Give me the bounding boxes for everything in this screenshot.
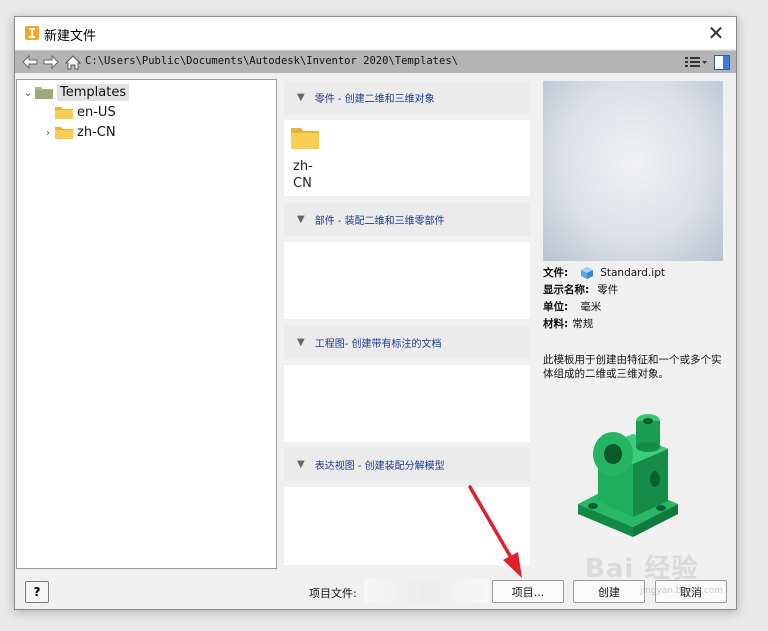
- part-thumbnail: [578, 414, 678, 537]
- tree-item-label: zh-CN: [77, 124, 116, 140]
- view-options-button[interactable]: [683, 52, 709, 72]
- close-button[interactable]: ✕: [696, 17, 736, 49]
- watermark: Bai 经验: [585, 554, 699, 584]
- template-description: 此模板用于创建由特征和一个或多个实体组成的二维或三维对象。: [543, 354, 722, 380]
- chevron-right-icon[interactable]: ›: [41, 126, 55, 139]
- category-header-drawing[interactable]: ▼ 工程图- 创建带有标注的文档: [284, 326, 530, 359]
- watermark-subtext: jingyan.baidu.com: [640, 586, 724, 596]
- category-header-assembly[interactable]: ▼ 部件 - 装配二维和三维零部件: [284, 203, 530, 236]
- dialog-title: 新建文件: [44, 29, 97, 44]
- folder-icon: [291, 128, 319, 149]
- info-display-name-row: 显示名称: 零件: [543, 284, 619, 296]
- list-view-icon: [685, 57, 707, 67]
- info-unit-row: 单位: 毫米: [543, 301, 602, 313]
- title-bar: 新建文件 ✕: [15, 17, 736, 49]
- category-title: 工程图- 创建带有标注的文档: [314, 339, 442, 350]
- back-button[interactable]: [20, 52, 40, 72]
- category-body-presentation: [284, 487, 530, 565]
- category-body-assembly: [284, 242, 530, 319]
- info-file-value: Standard.ipt: [600, 266, 666, 279]
- category-title: 部件 - 装配二维和三维零部件: [314, 216, 445, 227]
- info-material-row: 材料: 常规: [543, 318, 594, 330]
- collapse-triangle-icon: ▼: [297, 214, 305, 225]
- pane-icon: [714, 54, 730, 70]
- current-path: C:\Users\Public\Documents\Autodesk\Inven…: [85, 55, 458, 67]
- chevron-down-icon[interactable]: ⌄: [21, 86, 35, 99]
- back-arrow-icon: [22, 55, 38, 69]
- home-icon: [65, 54, 81, 69]
- path-bar: C:\Users\Public\Documents\Autodesk\Inven…: [15, 50, 736, 73]
- collapse-triangle-icon: ▼: [297, 92, 305, 103]
- info-file-row: 文件: Standard.ipt: [543, 266, 666, 279]
- forward-arrow-icon: [43, 55, 59, 69]
- folder-icon: [55, 126, 73, 139]
- forward-button[interactable]: [41, 52, 61, 72]
- template-tile-label: zh- CN: [293, 159, 313, 191]
- home-button[interactable]: [63, 52, 83, 72]
- inventor-app-icon: [25, 26, 39, 40]
- folder-icon: [35, 86, 53, 99]
- project-file-value: [364, 579, 489, 603]
- project-file-label: 项目文件:: [309, 587, 357, 600]
- tree-item-en-us[interactable]: en-US: [41, 102, 116, 122]
- close-icon: ✕: [707, 21, 725, 45]
- category-title: 表达视图 - 创建装配分解模型: [314, 461, 445, 472]
- tree-item-label: Templates: [57, 83, 130, 101]
- tree-item-templates[interactable]: ⌄ Templates: [21, 82, 130, 102]
- projects-button[interactable]: 项目...: [492, 580, 564, 603]
- category-body-drawing: [284, 365, 530, 442]
- folder-icon: [55, 106, 73, 119]
- template-info: 文件: Standard.ipt 显示名称: 零件 单位: 毫米 材料: 常规: [543, 264, 723, 332]
- tree-item-label: en-US: [77, 104, 116, 120]
- template-tile-zh-cn[interactable]: zh- CN: [290, 126, 330, 192]
- category-header-part[interactable]: ▼ 零件 - 创建二维和三维对象: [284, 81, 530, 114]
- category-title: 零件 - 创建二维和三维对象: [314, 94, 435, 105]
- part-file-icon: [581, 266, 594, 279]
- collapse-triangle-icon: ▼: [297, 337, 305, 348]
- template-preview: [543, 81, 723, 261]
- preview-pane-toggle[interactable]: [712, 52, 732, 72]
- collapse-triangle-icon: ▼: [297, 459, 305, 470]
- folder-tree: ⌄ Templates en-US › zh-CN: [16, 79, 277, 569]
- template-categories: ▼ 零件 - 创建二维和三维对象 zh- CN ▼ 部件 - 装配二维和三维零部…: [284, 79, 532, 567]
- category-body-part: zh- CN: [284, 120, 530, 196]
- new-file-dialog: 新建文件 ✕ C:\Users\Public\Documents\Autodes…: [14, 16, 737, 610]
- tree-item-zh-cn[interactable]: › zh-CN: [41, 122, 116, 142]
- help-icon: ?: [33, 585, 41, 599]
- category-header-presentation[interactable]: ▼ 表达视图 - 创建装配分解模型: [284, 448, 530, 481]
- help-button[interactable]: ?: [25, 581, 49, 603]
